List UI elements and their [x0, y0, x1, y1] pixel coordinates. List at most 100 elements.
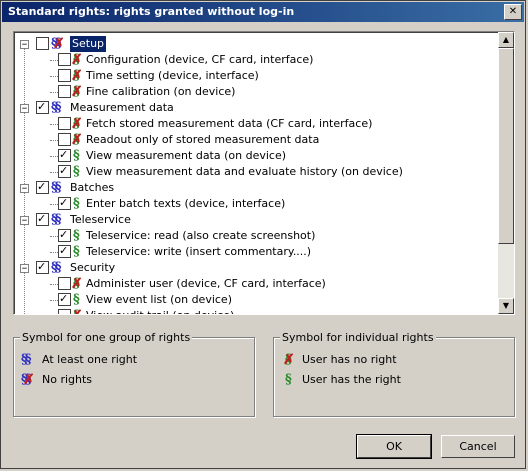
tree-branch-connector	[50, 284, 58, 285]
right-symbol: §	[73, 292, 80, 307]
scroll-down-button[interactable]: ▼	[498, 298, 514, 314]
individual-no-right-icon: §✗	[71, 84, 83, 100]
right-symbol: §	[73, 244, 80, 259]
rights-checkbox[interactable]	[58, 147, 71, 163]
tree-group-node[interactable]: − §§ Security	[14, 259, 498, 276]
tree-node-label: View event list (on device)	[86, 293, 232, 306]
rights-checkbox[interactable]	[58, 85, 71, 98]
individual-no-right-icon: §✗	[71, 132, 83, 148]
tree-branch-connector	[50, 204, 58, 205]
tree-node-label: Measurement data	[70, 101, 174, 114]
group-some-right-icon: §§	[51, 100, 61, 116]
cancel-button[interactable]: Cancel	[441, 435, 515, 458]
group-symbol: §§	[51, 180, 61, 195]
rights-checkbox[interactable]	[58, 291, 71, 307]
tree-node-label: Fine calibration (on device)	[86, 85, 236, 98]
tree-node-label: Fetch stored measurement data (CF card, …	[86, 117, 373, 130]
tree-group-node[interactable]: − §§ Measurement data	[14, 99, 498, 116]
collapse-toggle-icon[interactable]: −	[20, 40, 29, 50]
rights-checkbox[interactable]	[36, 259, 49, 275]
group-some-right-icon: §§	[51, 260, 61, 276]
individual-has-right-icon: §	[73, 148, 80, 164]
ok-button[interactable]: OK	[356, 434, 432, 459]
rights-checkbox[interactable]	[58, 309, 71, 314]
legend-user-has-the-right: User has the right	[302, 373, 401, 386]
collapse-toggle-icon[interactable]: −	[20, 104, 29, 114]
dialog-window: Standard rights: rights granted without …	[0, 0, 526, 469]
tree-branch-connector	[50, 300, 58, 301]
tree-node-label: Teleservice: read (also create screensho…	[86, 229, 316, 242]
tree-group-node[interactable]: − §§ ✗ Setup	[14, 36, 498, 52]
tree-node-label: Administer user (device, CF card, interf…	[86, 277, 326, 290]
tree-group-node[interactable]: − §§ Teleservice	[14, 211, 498, 228]
rights-checkbox[interactable]	[36, 37, 49, 50]
cross-icon: ✗	[283, 352, 295, 368]
legend-user-has-no-right: User has no right	[302, 353, 397, 366]
tree-leaf-node[interactable]: § ✗ Administer user (device, CF card, inte…	[14, 276, 498, 292]
rights-checkbox[interactable]	[58, 53, 71, 66]
individual-no-right-icon: §✗	[71, 52, 83, 68]
tree-node-label: Batches	[70, 181, 115, 194]
window-title: Standard rights: rights granted without …	[8, 5, 295, 18]
tree-branch-connector	[50, 252, 58, 253]
tree-group-node[interactable]: − §§ Batches	[14, 179, 498, 196]
rights-checkbox[interactable]	[58, 117, 71, 130]
right-symbol: §	[73, 164, 80, 179]
individual-has-right-icon: §	[285, 372, 292, 387]
tree-branch-connector	[50, 156, 58, 157]
tree-leaf-node[interactable]: § View measurement data (on device)	[14, 147, 498, 164]
rights-checkbox[interactable]	[58, 69, 71, 82]
tree-leaf-node[interactable]: § ✗ Time setting (device, interface)	[14, 68, 498, 84]
tree-leaf-node[interactable]: § ✗ Configuration (device, CF card, interf…	[14, 52, 498, 68]
individual-no-right-icon: §✗	[71, 276, 83, 292]
rights-checkbox[interactable]	[58, 227, 71, 243]
rights-checkbox[interactable]	[58, 133, 71, 146]
collapse-toggle-icon[interactable]: −	[20, 184, 29, 194]
rights-checkbox[interactable]	[36, 179, 49, 195]
scroll-thumb[interactable]	[498, 48, 514, 244]
tree-node-label: View measurement data and evaluate histo…	[86, 165, 403, 178]
individual-legend-title: Symbol for individual rights	[280, 331, 436, 344]
tree-leaf-node[interactable]: § ✗ Readout only of stored measurement dat…	[14, 132, 498, 148]
tree-branch-connector	[50, 236, 58, 237]
individual-has-right-icon: §	[73, 244, 80, 260]
rights-checkbox[interactable]	[36, 211, 49, 227]
rights-checkbox[interactable]	[58, 277, 71, 290]
tree-node-label: Teleservice: write (insert commentary...…	[86, 245, 312, 258]
legend-no-rights: No rights	[42, 373, 93, 386]
rights-checkbox[interactable]	[58, 163, 71, 179]
rights-checkbox[interactable]	[58, 195, 71, 211]
tree-leaf-node[interactable]: §✗View audit trail (on device)	[14, 308, 498, 314]
group-some-right-icon: §§	[51, 180, 61, 196]
title-bar[interactable]: Standard rights: rights granted without …	[2, 2, 524, 22]
tree-leaf-node[interactable]: § ✗ Fine calibration (on device)	[14, 84, 498, 100]
tree-leaf-node[interactable]: § ✗ Fetch stored measurement data (CF card…	[14, 116, 498, 132]
rights-checkbox[interactable]	[58, 243, 71, 259]
scroll-up-button[interactable]: ▲	[498, 32, 514, 48]
tree-node-label: Setup	[70, 36, 107, 52]
tree-leaf-node[interactable]: § Teleservice: write (insert commentary..…	[14, 243, 498, 260]
tree-leaf-node[interactable]: § View measurement data and evaluate hist…	[14, 163, 498, 180]
group-no-rights-icon: §§ ✗	[51, 36, 65, 52]
tree-node-label: Readout only of stored measurement data	[86, 133, 320, 146]
vertical-scrollbar[interactable]: ▲ ▼	[498, 32, 514, 314]
collapse-toggle-icon[interactable]: −	[20, 216, 29, 226]
right-symbol: §	[73, 148, 80, 163]
tree-leaf-node[interactable]: § View event list (on device)	[14, 291, 498, 308]
cross-icon: ✗	[71, 132, 83, 148]
tree-node-label: Teleservice	[70, 213, 131, 226]
tree-node-label: Enter batch texts (device, interface)	[86, 197, 286, 210]
tree-leaf-node[interactable]: § Teleservice: read (also create screensh…	[14, 227, 498, 244]
rights-checkbox[interactable]	[36, 99, 49, 115]
individual-no-right-icon: §✗	[71, 68, 83, 84]
cross-icon: ✗	[71, 116, 83, 132]
cross-icon: ✗	[71, 308, 83, 314]
tree-node-label: Time setting (device, interface)	[86, 69, 259, 82]
individual-has-right-icon: §	[73, 228, 80, 244]
collapse-toggle-icon[interactable]: −	[20, 264, 29, 274]
cross-icon: ✗	[53, 36, 65, 52]
tree-node-label: Security	[70, 261, 116, 274]
rights-tree[interactable]: − §§ ✗ Setup § ✗ Configuration (device, CF car…	[13, 31, 515, 315]
tree-leaf-node[interactable]: § Enter batch texts (device, interface)	[14, 195, 498, 212]
close-button[interactable]: ✕	[504, 4, 522, 20]
